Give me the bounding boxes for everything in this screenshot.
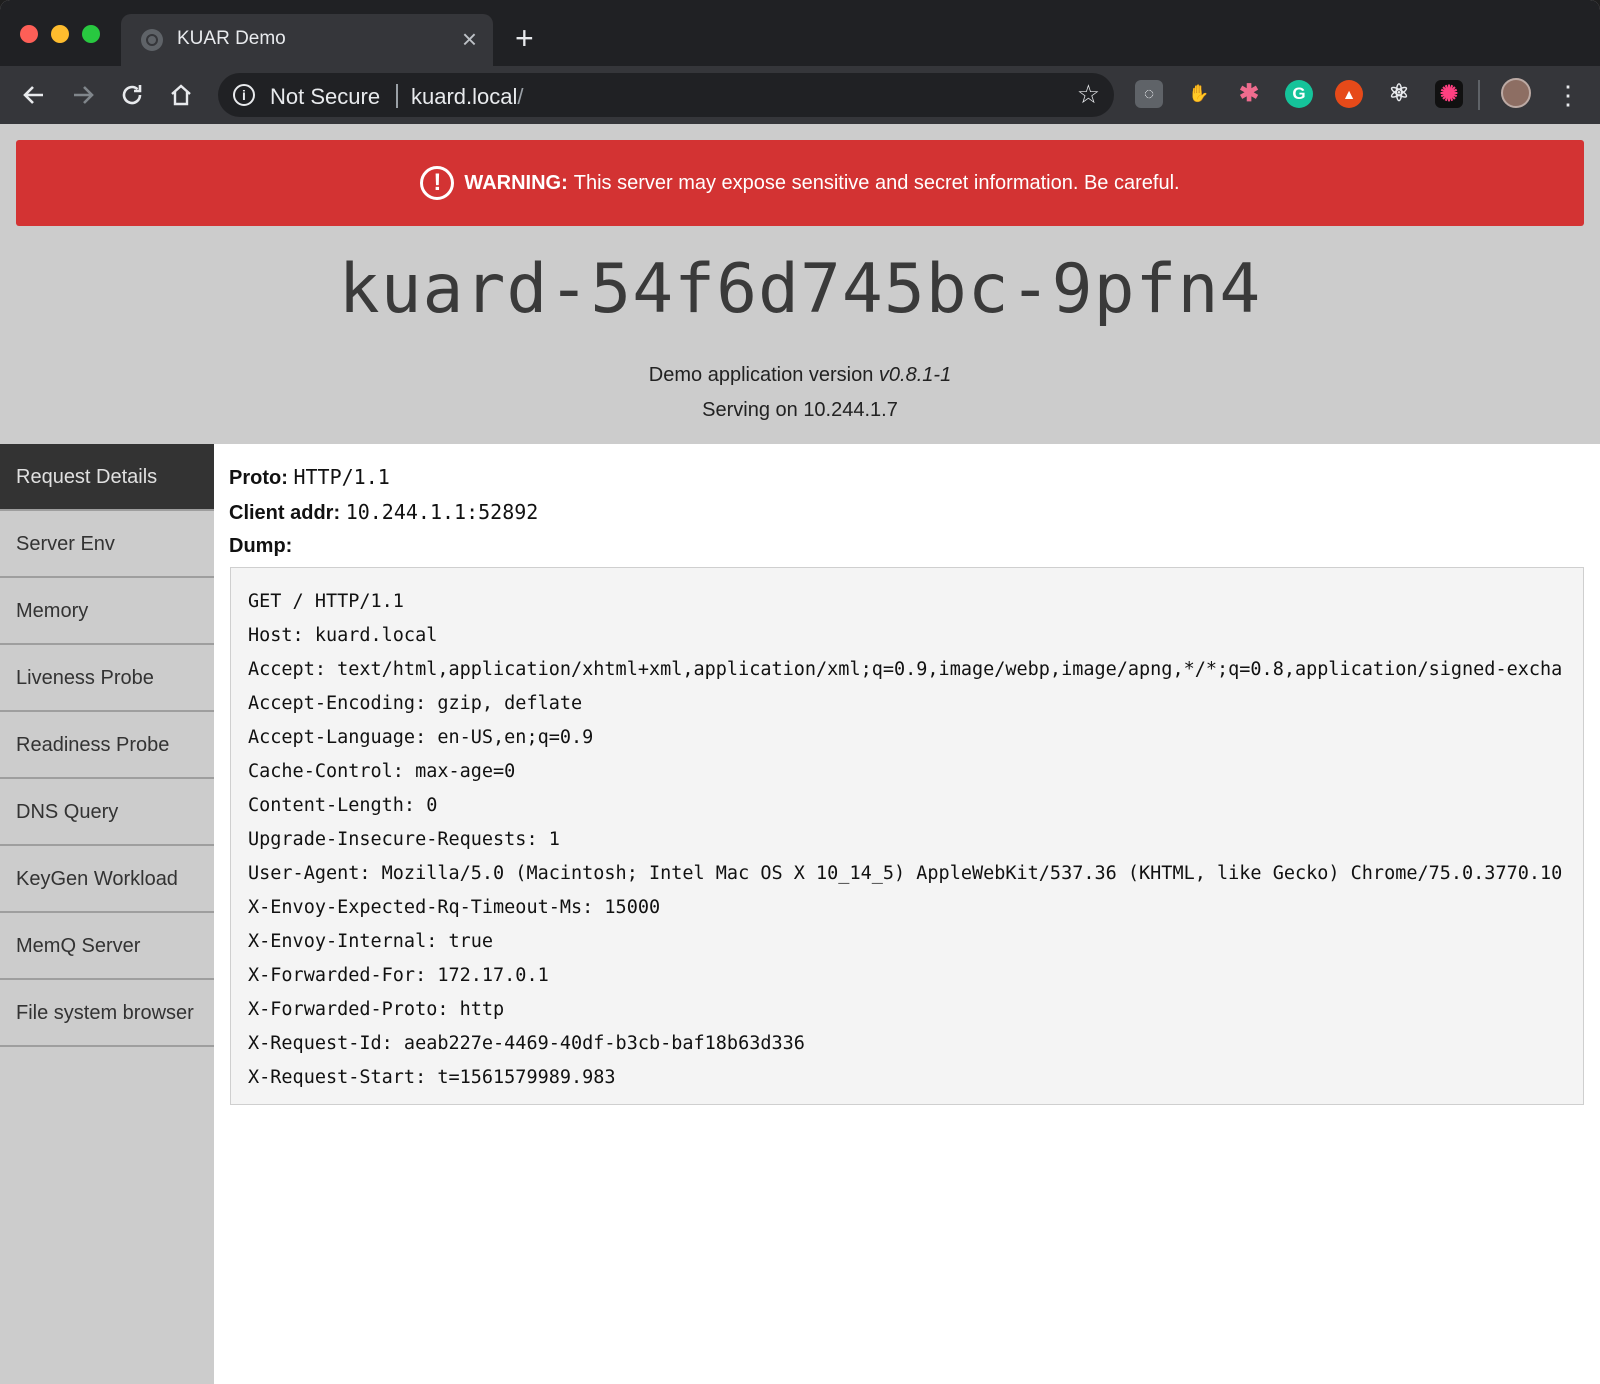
proto-label: Proto: [229,467,288,489]
sidebar-item-readiness-probe[interactable]: Readiness Probe [0,712,214,779]
sidebar-item-liveness-probe[interactable]: Liveness Probe [0,645,214,712]
hostname-title: kuard-54f6d745bc-9pfn4 [338,250,1262,329]
client-addr-label: Client addr: [229,502,341,524]
warning-banner: ! WARNING: This server may expose sensit… [16,140,1584,226]
page: ! WARNING: This server may expose sensit… [0,124,1600,1384]
sidebar-item-memory[interactable]: Memory [0,578,214,645]
dump-line: Cache-Control: max-age=0 [248,761,516,782]
sidebar-item-file-system-browser[interactable]: File system browser [0,980,214,1047]
toolbar-divider [1478,80,1480,110]
url-path: / [517,84,524,109]
orange-ext-icon[interactable]: ▲ [1335,80,1363,108]
dump-label: Dump: [229,535,293,557]
sidebar-item-dns-query[interactable]: DNS Query [0,779,214,846]
close-tab-icon[interactable]: × [462,24,477,54]
dump-line: Upgrade-Insecure-Requests: 1 [248,829,560,850]
globe-icon [141,29,163,51]
url-text[interactable]: kuard.local/ [411,84,524,110]
paw-ext-icon[interactable]: ✋ [1185,80,1213,108]
sidebar-item-memq-server[interactable]: MemQ Server [0,913,214,980]
sidebar-item-request-details[interactable]: Request Details [0,444,214,511]
dump-line: Accept-Encoding: gzip, deflate [248,693,583,714]
lightbulb-ext-icon[interactable]: ◌ [1135,80,1163,108]
browser-toolbar: i Not Secure kuard.local/ ☆ ◌ ✋ ✱ G ▲ ⚛ … [0,66,1600,124]
asterisk-ext-icon[interactable]: ✱ [1235,80,1263,108]
reload-icon [122,85,142,105]
color-ext-icon[interactable]: ✺ [1435,80,1463,108]
arrow-left-icon [23,86,43,104]
dump-line: GET / HTTP/1.1 [248,591,404,612]
sidebar-nav: Request Details Server Env Memory Livene… [0,444,214,1384]
dump-line: X-Envoy-Internal: true [248,931,494,952]
url-divider [396,84,398,108]
dump-line: X-Request-Id: aeab227e-4469-40df-b3cb-ba… [248,1033,805,1054]
version-prefix: Demo application version [648,364,874,386]
browser-tab[interactable]: KUAR Demo × [121,14,493,66]
proto-value: HTTP/1.1 [293,465,390,489]
client-addr-row: Client addr: 10.244.1.1:52892 [229,500,538,525]
dump-line: X-Forwarded-Proto: http [248,999,505,1020]
reload-button[interactable] [113,76,151,114]
dump-line: Host: kuard.local [248,625,438,646]
dump-line: Accept: text/html,application/xhtml+xml,… [248,659,1563,680]
info-icon[interactable]: i [233,84,255,106]
tab-strip: KUAR Demo × + [0,0,1600,66]
sidebar-item-server-env[interactable]: Server Env [0,511,214,578]
dump-line: User-Agent: Mozilla/5.0 (Macintosh; Inte… [248,863,1563,884]
forward-button[interactable] [64,76,102,114]
proto-row: Proto: HTTP/1.1 [229,465,390,490]
dump-line: Content-Length: 0 [248,795,438,816]
close-window-button[interactable] [20,25,38,43]
arrow-right-icon [74,86,94,104]
grammarly-ext-icon[interactable]: G [1285,80,1313,108]
home-button[interactable] [162,76,200,114]
alert-icon: ! [420,166,455,200]
sidebar-item-keygen-workload[interactable]: KeyGen Workload [0,846,214,913]
request-details-panel: Proto: HTTP/1.1 Client addr: 10.244.1.1:… [214,444,1600,1384]
warning-text: This server may expose sensitive and sec… [573,171,1180,194]
url-host: kuard.local [411,84,518,109]
security-label: Not Secure [270,84,381,109]
dump-row: Dump: [229,535,292,558]
bookmark-star-icon[interactable]: ☆ [1077,79,1100,110]
warning-label: WARNING: [464,171,568,194]
home-icon [171,84,191,106]
react-ext-icon[interactable]: ⚛ [1385,80,1413,108]
dump-line: X-Request-Start: t=1561579989.983 [248,1067,616,1088]
profile-avatar[interactable] [1501,78,1531,108]
dump-line: Accept-Language: en-US,en;q=0.9 [248,727,594,748]
minimize-window-button[interactable] [51,25,69,43]
back-button[interactable] [15,76,53,114]
serving-line: Serving on 10.244.1.7 [702,399,898,421]
browser-window: KUAR Demo × + i Not Secure kuard.local/ … [0,0,1600,1384]
zoom-window-button[interactable] [82,25,100,43]
address-bar[interactable]: i Not Secure kuard.local/ ☆ [218,73,1114,117]
dump-line: X-Forwarded-For: 172.17.0.1 [248,965,549,986]
request-dump: GET / HTTP/1.1 Host: kuard.local Accept:… [230,567,1584,1105]
dump-line: X-Envoy-Expected-Rq-Timeout-Ms: 15000 [248,897,661,918]
tab-title: KUAR Demo [177,28,286,49]
client-addr-value: 10.244.1.1:52892 [345,500,539,524]
menu-kebab-icon[interactable]: ⋮ [1555,76,1581,114]
version-number: v0.8.1-1 [878,364,952,386]
new-tab-button[interactable]: + [515,22,534,54]
version-line: Demo application version v0.8.1-1 [0,364,1600,387]
